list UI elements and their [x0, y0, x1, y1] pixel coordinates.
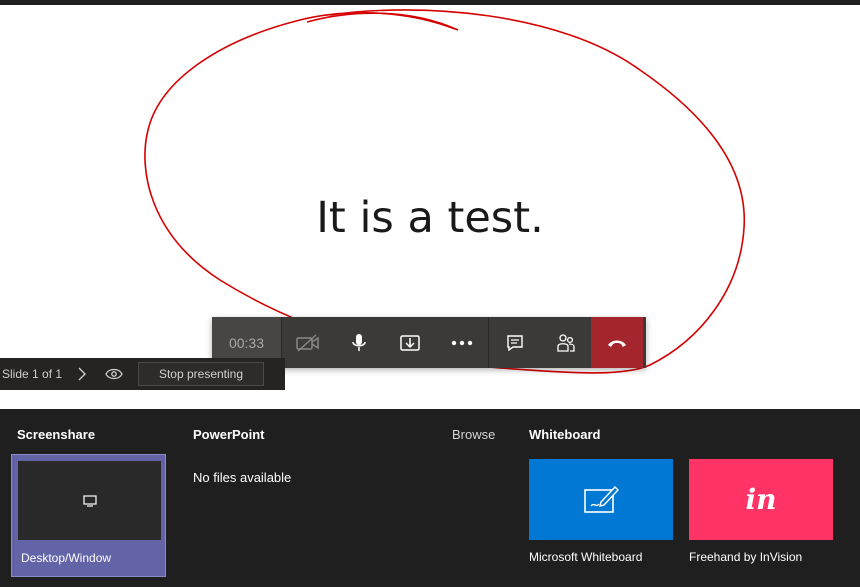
slide-count: Slide 1 of 1: [2, 367, 63, 381]
screenshare-heading: Screenshare: [17, 427, 96, 442]
camera-off-button[interactable]: [282, 317, 333, 368]
slide-text: It is a test.: [316, 193, 544, 243]
browse-link[interactable]: Browse: [452, 427, 495, 442]
desktop-window-option[interactable]: Desktop/Window: [11, 454, 166, 577]
slide-navigation-bar: Slide 1 of 1 Stop presenting: [0, 358, 285, 390]
monitor-icon: [82, 494, 97, 507]
next-slide-button[interactable]: [66, 367, 98, 381]
freehand-invision-label: Freehand by InVision: [689, 550, 803, 564]
microsoft-whiteboard-option[interactable]: [529, 459, 673, 540]
phone-hangup-icon: [608, 340, 626, 347]
eye-icon: [105, 368, 123, 380]
microphone-button[interactable]: [333, 317, 384, 368]
chat-icon: [506, 334, 523, 351]
whiteboard-pen-icon: [584, 485, 619, 513]
freehand-invision-option[interactable]: in: [689, 459, 833, 540]
more-actions-button[interactable]: [435, 317, 488, 368]
share-tray: Screenshare PowerPoint Browse Whiteboard…: [0, 409, 860, 587]
stop-presenting-button[interactable]: Stop presenting: [138, 362, 264, 386]
chevron-right-icon: [78, 367, 86, 381]
microphone-icon: [351, 333, 366, 351]
more-icon: [451, 340, 472, 345]
share-tray-button[interactable]: [384, 317, 435, 368]
participants-button[interactable]: [540, 317, 591, 368]
share-icon: [399, 334, 420, 351]
whiteboard-heading: Whiteboard: [529, 427, 601, 442]
people-icon: [556, 333, 575, 352]
powerpoint-heading: PowerPoint: [193, 427, 265, 442]
invision-logo: in: [745, 483, 777, 516]
chat-button[interactable]: [489, 317, 540, 368]
desktop-thumbnail: [18, 461, 161, 540]
hang-up-button[interactable]: [591, 317, 643, 368]
video-off-icon: [295, 333, 319, 352]
desktop-window-label: Desktop/Window: [21, 551, 112, 565]
no-files-message: No files available: [193, 470, 292, 485]
microsoft-whiteboard-label: Microsoft Whiteboard: [529, 550, 643, 564]
preview-toggle-button[interactable]: [98, 368, 130, 380]
